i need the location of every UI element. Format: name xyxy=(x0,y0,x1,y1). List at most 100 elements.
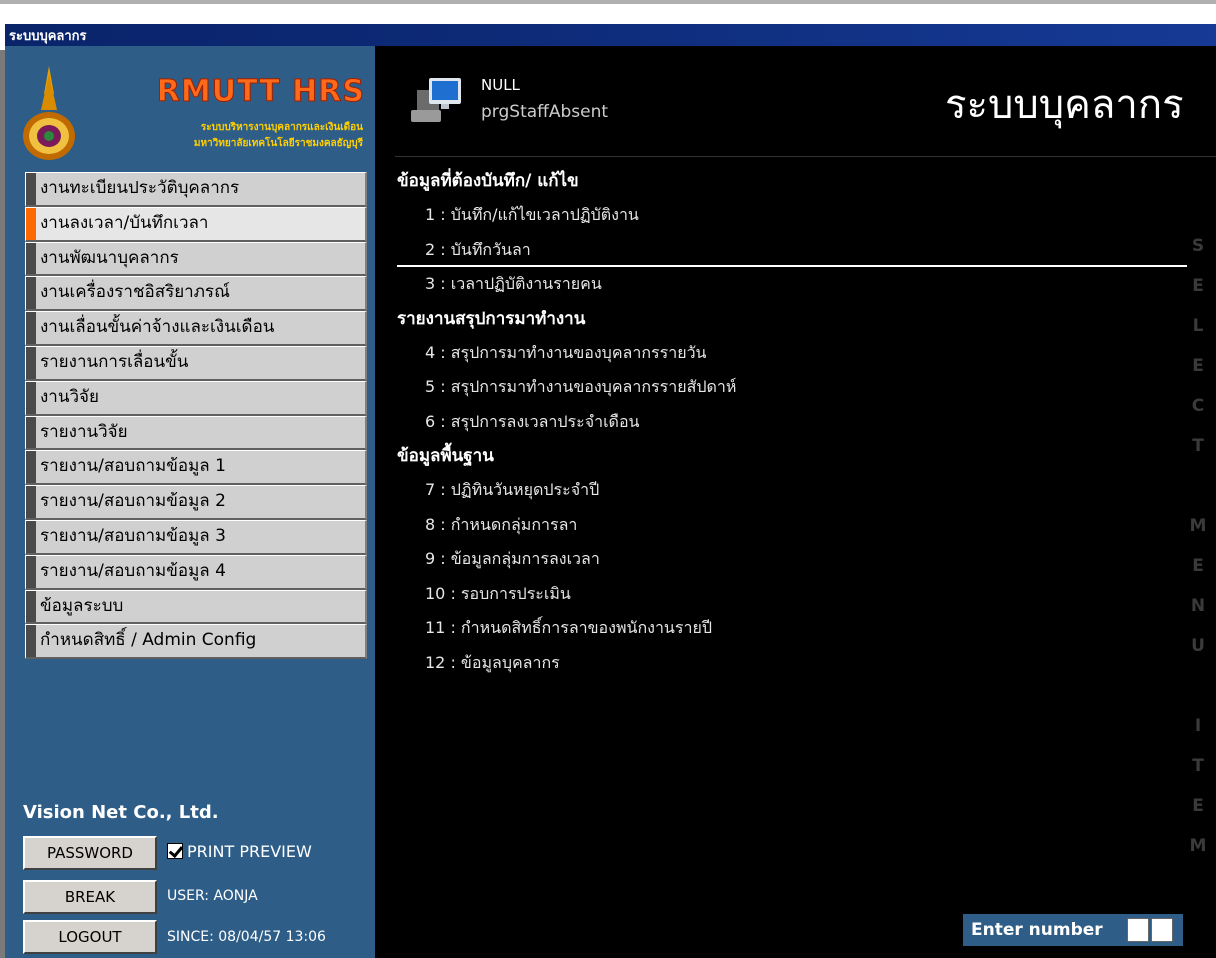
side-label-char xyxy=(1188,666,1208,706)
print-preview-checkbox[interactable]: PRINT PREVIEW xyxy=(167,842,312,861)
side-label-char: S xyxy=(1191,236,1205,256)
section-heading: ข้อมูลพื้นฐาน xyxy=(397,446,494,466)
sidebar-item-7[interactable]: งานวิจัย xyxy=(25,380,367,416)
enter-number-label: Enter number xyxy=(963,914,1183,946)
sidebar-item-marker xyxy=(26,381,36,414)
sidebar-item-label: งานเครื่องราชอิสริยาภรณ์ xyxy=(40,282,230,303)
sidebar-item-label: งานวิจัย xyxy=(40,386,99,407)
computer-icon xyxy=(411,78,461,122)
sidebar-item-14[interactable]: กำหนดสิทธิ์ / Admin Config xyxy=(25,624,367,660)
enter-number-input[interactable] xyxy=(1127,918,1149,942)
sidebar-item-label: รายงานวิจัย xyxy=(40,421,128,442)
side-label-char: E xyxy=(1192,796,1204,816)
print-preview-label: PRINT PREVIEW xyxy=(187,842,312,861)
menu-content: ข้อมูลที่ต้องบันทึก/ แก้ไข 1 : บันทึก/แก้… xyxy=(397,164,1187,680)
side-label-char: T xyxy=(1192,756,1204,776)
user-info: USER: AONJA xyxy=(167,888,258,904)
sidebar: RMUTT HRS ระบบบริหารงานบุคลากรและเงินเดื… xyxy=(5,46,375,958)
logo-block: RMUTT HRS ระบบบริหารงานบุคลากรและเงินเดื… xyxy=(5,46,375,172)
menu-option[interactable]: 2 : บันทึกวันลา xyxy=(397,233,1187,267)
sidebar-item-label: งานลงเวลา/บันทึกเวลา xyxy=(40,212,209,233)
menu-option[interactable]: 10 : รอบการประเมิน xyxy=(397,577,1187,612)
side-label-char: I xyxy=(1194,716,1202,736)
sidebar-item-13[interactable]: ข้อมูลระบบ xyxy=(25,589,367,625)
sidebar-item-marker xyxy=(26,346,36,379)
side-label-char: M xyxy=(1189,516,1207,536)
sidebar-item-6[interactable]: รายงานการเลื่อนขั้น xyxy=(25,345,367,381)
side-label-char: T xyxy=(1192,436,1204,456)
menu-option[interactable]: 4 : สรุปการมาทำงานของบุคลากรรายวัน xyxy=(397,336,1187,371)
menu-option[interactable]: 6 : สรุปการลงเวลาประจำเดือน xyxy=(397,405,1187,440)
sidebar-item-1[interactable]: งานทะเบียนประวัติบุคลากร xyxy=(25,172,367,207)
side-label-char: U xyxy=(1191,636,1205,656)
section-heading: รายงานสรุปการมาทำงาน xyxy=(397,308,586,329)
sidebar-item-marker xyxy=(26,486,36,518)
side-label-char: N xyxy=(1190,596,1206,616)
menu-option[interactable]: 9 : ข้อมูลกลุ่มการลงเวลา xyxy=(397,542,1187,577)
menu-option[interactable]: 5 : สรุปการมาทำงานของบุคลากรรายสัปดาห์ xyxy=(397,370,1187,405)
section-heading: ข้อมูลที่ต้องบันทึก/ แก้ไข xyxy=(397,171,579,191)
sidebar-item-label: ข้อมูลระบบ xyxy=(40,595,124,616)
divider xyxy=(395,156,1216,157)
sidebar-item-label: รายงาน/สอบถามข้อมูล 2 xyxy=(40,491,226,512)
sidebar-menu: งานทะเบียนประวัติบุคลากรงานลงเวลา/บันทึก… xyxy=(25,172,367,660)
sidebar-item-label: งานเลื่อนขั้นค่าจ้างและเงินเดือน xyxy=(40,317,275,338)
sidebar-item-10[interactable]: รายงาน/สอบถามข้อมูล 2 xyxy=(25,485,367,520)
sidebar-item-label: รายงานการเลื่อนขั้น xyxy=(40,351,189,372)
menu-option[interactable]: 8 : กำหนดกลุ่มการลา xyxy=(397,508,1187,543)
logout-button[interactable]: LOGOUT xyxy=(23,920,157,954)
menu-option[interactable]: 1 : บันทึก/แก้ไขเวลาปฏิบัติงาน xyxy=(397,198,1187,233)
sidebar-item-marker xyxy=(26,173,36,205)
sidebar-item-marker xyxy=(26,312,36,344)
sidebar-item-marker xyxy=(26,555,36,588)
side-label-char: E xyxy=(1192,276,1204,296)
sidebar-item-label: รายงาน/สอบถามข้อมูล 3 xyxy=(40,525,226,546)
sidebar-item-label: รายงาน/สอบถามข้อมูล 4 xyxy=(40,560,226,581)
login-since: SINCE: 08/04/57 13:06 xyxy=(167,929,326,945)
sidebar-item-8[interactable]: รายงานวิจัย xyxy=(25,415,367,451)
sidebar-item-marker xyxy=(26,625,36,658)
sidebar-item-2[interactable]: งานลงเวลา/บันทึกเวลา xyxy=(25,206,367,242)
enter-number-input-2[interactable] xyxy=(1151,918,1173,942)
side-label-char: E xyxy=(1192,356,1204,376)
main-panel: NULL prgStaffAbsent ระบบบุคลากร ข้อมูลที… xyxy=(375,46,1216,958)
menu-option[interactable]: 7 : ปฏิทินวันหยุดประจำปี xyxy=(397,473,1187,508)
logo-title: RMUTT HRS xyxy=(156,74,365,110)
system-title: ระบบบุคลากร xyxy=(945,82,1184,128)
sidebar-item-marker xyxy=(26,416,36,449)
program-name: prgStaffAbsent xyxy=(481,102,609,122)
sidebar-item-11[interactable]: รายงาน/สอบถามข้อมูล 3 xyxy=(25,519,367,555)
side-label-char xyxy=(1188,466,1208,506)
password-button[interactable]: PASSWORD xyxy=(23,836,157,870)
side-label-char: E xyxy=(1192,556,1204,576)
side-label-char: L xyxy=(1192,316,1204,336)
company-name: Vision Net Co., Ltd. xyxy=(23,802,219,823)
logo-subtitle-1: ระบบบริหารงานบุคลากรและเงินเดือน xyxy=(200,122,363,133)
sidebar-item-label: งานพัฒนาบุคลากร xyxy=(40,247,179,268)
menu-option[interactable]: 11 : กำหนดสิทธิ์การลาของพนักงานรายปี xyxy=(397,611,1187,646)
select-menu-item-label: SELECT MENU ITEM xyxy=(1188,226,1208,866)
window-titlebar: ระบบบุคลากร xyxy=(0,0,1216,50)
menu-option[interactable]: 3 : เวลาปฏิบัติงานรายคน xyxy=(397,267,1187,302)
checkbox-checked-icon[interactable] xyxy=(167,843,183,859)
sidebar-item-label: รายงาน/สอบถามข้อมูล 1 xyxy=(40,456,226,477)
sidebar-item-marker xyxy=(26,242,36,275)
sidebar-item-marker xyxy=(26,590,36,623)
sidebar-item-4[interactable]: งานเครื่องราชอิสริยาภรณ์ xyxy=(25,276,367,312)
sidebar-item-12[interactable]: รายงาน/สอบถามข้อมูล 4 xyxy=(25,554,367,590)
sidebar-item-label: กำหนดสิทธิ์ / Admin Config xyxy=(40,630,257,651)
app-frame: RMUTT HRS ระบบบริหารงานบุคลากรและเงินเดื… xyxy=(5,46,1216,958)
side-label-char: M xyxy=(1189,836,1207,856)
side-label-char: C xyxy=(1191,396,1205,416)
sidebar-item-3[interactable]: งานพัฒนาบุคลากร xyxy=(25,241,367,277)
sidebar-item-marker xyxy=(26,277,36,310)
sidebar-item-9[interactable]: รายงาน/สอบถามข้อมูล 1 xyxy=(25,450,367,486)
sidebar-item-label: งานทะเบียนประวัติบุคลากร xyxy=(40,178,240,198)
logo-subtitle-2: มหาวิทยาลัยเทคโนโลยีราชมงคลธัญบุรี xyxy=(193,138,363,149)
sidebar-item-marker xyxy=(26,451,36,484)
null-text: NULL xyxy=(481,76,520,94)
sidebar-item-5[interactable]: งานเลื่อนขั้นค่าจ้างและเงินเดือน xyxy=(25,311,367,346)
sidebar-item-marker xyxy=(26,520,36,553)
menu-option[interactable]: 12 : ข้อมูลบุคลากร xyxy=(397,646,1187,681)
break-button[interactable]: BREAK xyxy=(23,880,157,914)
